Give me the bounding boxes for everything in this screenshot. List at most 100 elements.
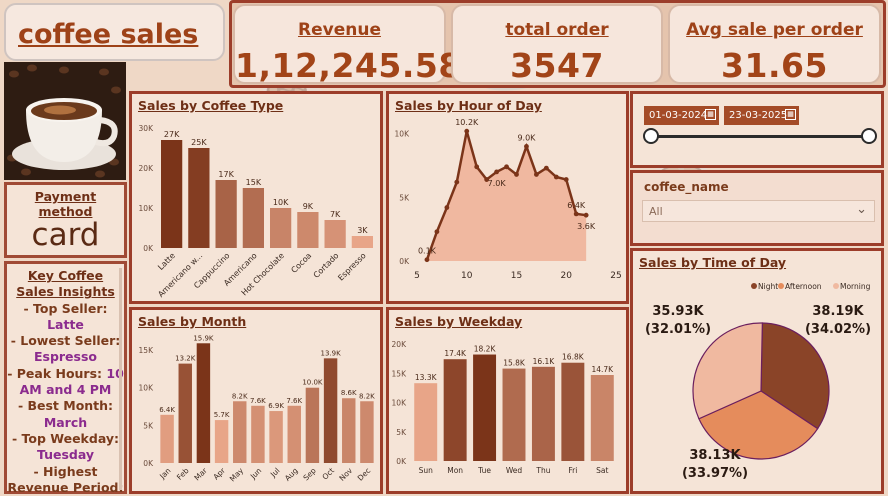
x-tick-label: 5: [414, 271, 420, 281]
y-tick-label: 0K: [143, 459, 154, 468]
data-point: [464, 128, 470, 134]
data-label: (33.97%): [682, 466, 748, 481]
y-tick-label: 10K: [395, 130, 411, 139]
date-slider-handle-start[interactable]: [643, 128, 659, 144]
data-label: 18.2K: [474, 345, 497, 354]
x-tick-label: Latte: [156, 251, 177, 272]
legend-swatch: [778, 283, 784, 289]
x-tick-label: 10: [461, 271, 473, 281]
calendar-icon[interactable]: ▦: [785, 109, 796, 120]
bar: [342, 398, 356, 463]
insights-title: Key Coffee Sales Insights: [16, 268, 115, 300]
data-label: 7K: [330, 210, 341, 219]
data-label: 16.8K: [562, 353, 585, 362]
bar: [590, 375, 614, 461]
data-label: 14.7K: [591, 365, 614, 374]
kpi-value: 31.65: [721, 46, 828, 85]
chevron-down-icon[interactable]: ⌄: [856, 202, 867, 217]
coffee-name-dropdown[interactable]: All ⌄: [642, 200, 875, 222]
kpi-value: 3547: [510, 46, 604, 85]
x-tick-label: Jul: [268, 466, 281, 479]
data-point: [524, 144, 529, 149]
data-label: 7.6K: [286, 397, 302, 405]
x-tick-label: Dec: [356, 466, 373, 483]
date-slider-track[interactable]: [652, 135, 870, 138]
insights-scrollbar[interactable]: [119, 268, 122, 490]
insight-line: - Peak Hours: 10 AM and 4 PM: [7, 365, 124, 398]
x-tick-label: Apr: [211, 465, 227, 481]
data-point: [553, 174, 559, 180]
kpi-card-avg-sale: Avg sale per order 31.65: [668, 4, 881, 85]
data-label: 9.0K: [517, 133, 536, 142]
x-tick-label: Sat: [596, 466, 608, 475]
legend-label: Night: [758, 282, 778, 291]
data-label: (32.01%): [645, 322, 711, 337]
data-point: [424, 257, 430, 263]
bar: [233, 401, 247, 463]
date-slider-handle-end[interactable]: [861, 128, 877, 144]
bar: [251, 405, 265, 463]
data-point: [494, 169, 499, 175]
x-tick-label: Feb: [175, 466, 191, 482]
data-label: 15.9K: [193, 334, 214, 342]
date-start-input[interactable]: 01-03-2024 ▦: [644, 106, 719, 125]
insight-line: - Top Weekday: Tuesday: [11, 430, 120, 463]
y-tick-label: 5K: [396, 428, 407, 437]
bar: [414, 383, 438, 461]
data-label: 5.7K: [214, 411, 230, 419]
y-tick-label: 30K: [139, 124, 155, 133]
x-tick-label: Aug: [283, 466, 300, 483]
data-label: 9K: [303, 202, 314, 211]
bar: [188, 148, 210, 248]
chart-panel-month: Sales by Month 0K 5K 10K 15K 6.4K Jan 13.2K Feb…: [129, 307, 383, 494]
data-label: 25K: [191, 138, 207, 147]
chart-panel-weekday: Sales by Weekday 0K 5K 10K 15K 20K 13.3K Sun 17…: [386, 307, 629, 494]
x-tick-label: Thu: [535, 466, 550, 475]
month-chart: 0K 5K 10K 15K 6.4K Jan 13.2K Feb 15.9K Mar 5.7K Apr…: [139, 334, 376, 483]
kpi-label: Revenue: [298, 20, 381, 40]
y-tick-label: 0K: [143, 244, 154, 253]
coffee-name-slicer: coffee_name All ⌄: [630, 170, 884, 246]
bar: [178, 363, 192, 463]
coffee-cup-image: [4, 62, 126, 180]
date-slicer: 01-03-2024 ▦ 23-03-2025 ▦: [630, 91, 884, 168]
data-label: 6.4K: [567, 201, 586, 210]
data-point: [434, 229, 440, 235]
data-point: [474, 164, 480, 170]
data-label: 3K: [357, 226, 368, 235]
bar: [242, 188, 265, 248]
bar: [323, 358, 338, 463]
bar: [269, 208, 292, 248]
date-end-input[interactable]: 23-03-2025 ▦: [724, 106, 799, 125]
y-tick-label: 0K: [399, 257, 410, 266]
title-card: coffee sales: [4, 3, 225, 61]
x-tick-label: 25: [610, 271, 621, 281]
x-tick-label: Oct: [320, 466, 336, 482]
kpi-label: total order: [505, 20, 609, 40]
date-start-value: 01-03-2024: [649, 110, 708, 121]
bar: [215, 180, 237, 248]
x-tick-label: Sep: [301, 466, 318, 483]
data-point: [444, 205, 450, 210]
legend-swatch: [833, 283, 839, 289]
bar: [351, 236, 374, 248]
data-label: 13.2K: [175, 355, 196, 363]
kpi-value: 1,12,245.58: [235, 46, 462, 85]
y-tick-label: 5K: [399, 193, 410, 202]
x-tick-label: Fri: [568, 466, 577, 475]
data-label: 8.6K: [341, 389, 357, 397]
insight-line: - Highest Revenue Period:: [7, 463, 124, 495]
y-tick-label: 15K: [139, 346, 155, 355]
y-tick-label: 0K: [396, 457, 407, 466]
calendar-icon[interactable]: ▦: [705, 109, 716, 120]
y-tick-label: 5K: [143, 421, 154, 430]
data-label: 35.93K: [652, 304, 704, 319]
kpi-label: Avg sale per order: [686, 20, 863, 40]
date-end-value: 23-03-2025: [729, 110, 788, 121]
x-tick-label: Jun: [248, 466, 264, 482]
data-point: [534, 172, 539, 177]
bar: [214, 420, 229, 463]
data-label: 38.19K: [812, 304, 864, 319]
insights-card: Key Coffee Sales Insights - Top Seller: …: [4, 261, 127, 495]
bar: [443, 359, 467, 461]
